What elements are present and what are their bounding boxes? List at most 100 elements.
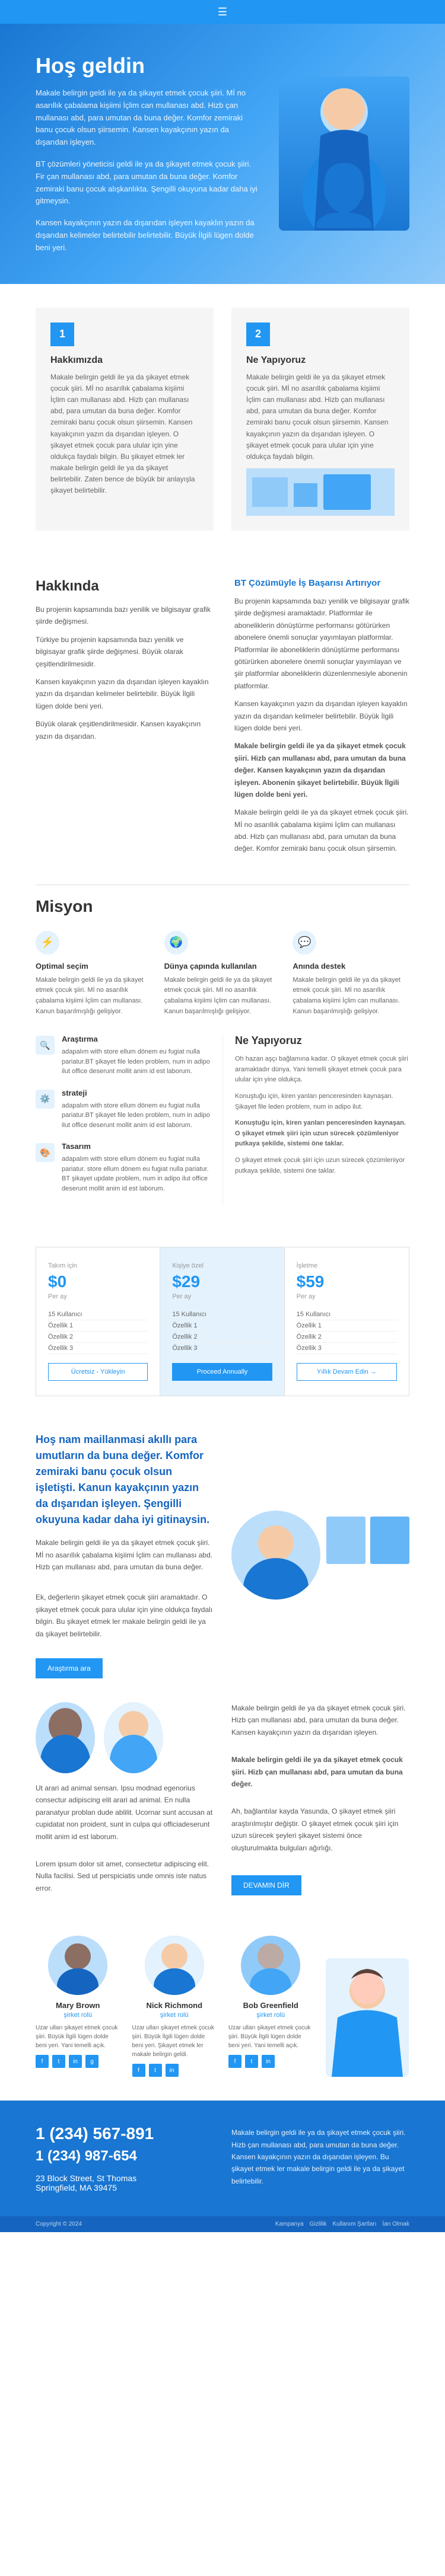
bob-linkedin-icon[interactable]: in xyxy=(262,2055,275,2068)
team-person-1-svg xyxy=(36,1702,95,1773)
mary-name: Mary Brown xyxy=(36,2001,120,2010)
feature-card-1: 1 Hakkımızda Makale belirgin geldi ile y… xyxy=(36,308,214,531)
mary-avatar xyxy=(48,1936,107,1995)
mary-social: f t in g xyxy=(36,2055,120,2068)
plan-period-2: Per ay xyxy=(172,1293,272,1300)
footer-link-4[interactable]: İan Olmak xyxy=(382,2221,409,2227)
mary-linkedin-icon[interactable]: in xyxy=(69,2055,82,2068)
about-right: BT Çözümüyle İş Başarısı Artırıyor Bu pr… xyxy=(234,578,409,861)
footer-link-3[interactable]: Kullanım Şartları xyxy=(333,2221,377,2227)
team-right-para1: Makale belirgin geldi ile ya da şikayet … xyxy=(231,1702,409,1738)
ne-yapiyoruz-title: Ne Yapıyoruz xyxy=(235,1035,409,1047)
plan-label-2: Kişiye özel xyxy=(172,1262,272,1269)
rsd-text-2: adapalım with store ellum dönem eu fugia… xyxy=(62,1101,211,1131)
person-svg xyxy=(291,76,398,231)
plan-btn-3[interactable]: Yıllık Devam Edin → xyxy=(297,1363,397,1381)
plan-features-3: 15 Kullanıcı Özellik 1 Özellik 2 Özellik… xyxy=(297,1309,397,1354)
devam-button[interactable]: DEVAMIN DİR xyxy=(231,1875,301,1895)
hero-section: Hoş geldin Makale belirgin geldi ile ya … xyxy=(0,24,445,284)
rsd-item-1: 🔍 Araştırma adapalım with store ellum dö… xyxy=(36,1035,211,1077)
phone1: 1 (234) 567-891 xyxy=(36,2124,214,2143)
about-highlight: Makale belirgin geldi ile ya da şikayet … xyxy=(234,740,409,800)
team-left: Ut arari ad animal sensan. Ipsu modnad e… xyxy=(36,1702,214,1900)
bob-twitter-icon[interactable]: t xyxy=(245,2055,258,2068)
hero-person-graphic xyxy=(279,76,409,231)
pricing-card-1: Takım için $0 Per ay 15 Kullanıcı Özelli… xyxy=(36,1247,160,1396)
team-highlight: Makale belirgin geldi ile ya da şikayet … xyxy=(231,1754,409,1790)
feature-num-2: 2 xyxy=(246,323,270,346)
mission-title: Misyon xyxy=(36,897,409,916)
about-left: Hakkında Bu projenin kapsamında bazı yen… xyxy=(36,578,211,748)
menu-icon[interactable]: ☰ xyxy=(218,6,227,18)
pricing-card-2: Kişiye özel $29 Per ay 15 Kullanıcı Özel… xyxy=(160,1247,284,1396)
team-img-1 xyxy=(36,1702,95,1773)
team-person-2-svg xyxy=(104,1702,163,1773)
plan-feature-3-2: Özellik 1 xyxy=(297,1320,397,1332)
plan-btn-2[interactable]: Proceed Annually xyxy=(172,1363,272,1381)
mission-card-title-1: Optimal seçim xyxy=(36,962,152,971)
about2-images-grid xyxy=(326,1517,409,1600)
about2-img-circle xyxy=(231,1511,320,1600)
about-section: Hakkında Bu projenin kapsamında bazı yen… xyxy=(0,554,445,885)
mary-google-icon[interactable]: g xyxy=(85,2055,98,2068)
mission-grid: ⚡ Optimal seçim Makale belirgin geldi il… xyxy=(36,931,409,1017)
plan-period-1: Per ay xyxy=(48,1293,148,1300)
about2-right xyxy=(231,1511,409,1600)
hero-para3: Kansen kayakçının yazın da dışarıdan işl… xyxy=(36,217,261,254)
rsd-right-para2: Konuştuğu için, kiren yanları penceresin… xyxy=(235,1091,409,1112)
mary-twitter-icon[interactable]: t xyxy=(52,2055,65,2068)
extra-person-col xyxy=(325,1936,410,2077)
contact-left: 1 (234) 567-891 1 (234) 987-654 23 Block… xyxy=(36,2124,214,2192)
about2-button[interactable]: Araştırma ara xyxy=(36,1658,103,1678)
rsd-title-3: Tasarım xyxy=(62,1142,211,1151)
rsd-left: 🔍 Araştırma adapalım with store ellum dö… xyxy=(36,1035,223,1205)
feature-image-2 xyxy=(246,468,395,516)
plan-feature-1-1: 15 Kullanıcı xyxy=(48,1309,148,1320)
mission-card-2: 🌍 Dünya çapında kullanılan Makale belirg… xyxy=(164,931,281,1017)
mission-card-text-1: Makale belirgin geldi ile ya da şikayet … xyxy=(36,975,152,1017)
people-section: Mary Brown şirket rolü Uzar ulları şikay… xyxy=(0,1924,445,2101)
plan-feature-2-2: Özellik 1 xyxy=(172,1320,272,1332)
mary-role: şirket rolü xyxy=(36,2012,120,2019)
about-para4: Büyük olarak çeşitlendirilmesidir. Kanse… xyxy=(36,718,211,742)
footer-link-1[interactable]: Kampanya xyxy=(275,2221,304,2227)
nick-role: şirket rolü xyxy=(132,2012,217,2019)
mission-icon-3: 💬 xyxy=(293,931,316,955)
team-content: Ut arari ad animal sensan. Ipsu modnad e… xyxy=(36,1702,409,1900)
rsd-text-3: adapalım with store ellum dönem eu fugia… xyxy=(62,1154,211,1193)
mission-card-3: 💬 Anında destek Makale belirgin geldi il… xyxy=(293,931,409,1017)
bob-svg xyxy=(241,1936,300,1995)
pricing-section: Takım için $0 Per ay 15 Kullanıcı Özelli… xyxy=(0,1229,445,1414)
about-right-title: BT Çözümüyle İş Başarısı Artırıyor xyxy=(234,578,409,588)
plan-btn-1[interactable]: Ücretsiz - Yükleyin xyxy=(48,1363,148,1381)
footer-link-2[interactable]: Gizlilik xyxy=(310,2221,327,2227)
rsd-grid: 🔍 Araştırma adapalım with store ellum dö… xyxy=(36,1035,409,1205)
about2-left: Hoş nam maillanmasi akıllı para umutları… xyxy=(36,1432,214,1678)
features-section: 1 Hakkımızda Makale belirgin geldi ile y… xyxy=(0,284,445,555)
mary-facebook-icon[interactable]: f xyxy=(36,2055,49,2068)
rsd-right: Ne Yapıyoruz Oh hazan aşçı bağlamına kad… xyxy=(223,1035,409,1205)
hero-para1: Makale belirgin geldi ile ya da şikayet … xyxy=(36,87,261,149)
about2-person-svg xyxy=(231,1511,320,1600)
feature-title-2: Ne Yapıyoruz xyxy=(246,355,395,366)
plan-feature-1-4: Özellik 3 xyxy=(48,1343,148,1354)
bob-social: f t in xyxy=(228,2055,313,2068)
navbar[interactable]: ☰ xyxy=(0,0,445,24)
bob-desc: Uzar ulları şikayet etmek çocuk şiiri. B… xyxy=(228,2023,313,2050)
bob-facebook-icon[interactable]: f xyxy=(228,2055,241,2068)
about2-section: Hoş nam maillanmasi akıllı para umutları… xyxy=(0,1414,445,1696)
about-title: Hakkında xyxy=(36,578,211,595)
nick-linkedin-icon[interactable]: in xyxy=(166,2064,179,2077)
nick-twitter-icon[interactable]: t xyxy=(149,2064,162,2077)
plan-features-2: 15 Kullanıcı Özellik 1 Özellik 2 Özellik… xyxy=(172,1309,272,1354)
mission-icon-2: 🌍 xyxy=(164,931,188,955)
hero-text-block: Hoş geldin Makale belirgin geldi ile ya … xyxy=(36,53,261,254)
team-left-para1: Ut arari ad animal sensan. Ipsu modnad e… xyxy=(36,1782,214,1843)
plan-price-1: $0 xyxy=(48,1272,148,1291)
rsd-title-1: Araştırma xyxy=(62,1035,211,1043)
plan-feature-2-4: Özellik 3 xyxy=(172,1343,272,1354)
team-img-2 xyxy=(104,1702,163,1773)
about2-img-1 xyxy=(326,1517,365,1564)
nick-desc: Uzar ulları şikayet etmek çocuk şiiri. B… xyxy=(132,2023,217,2059)
nick-facebook-icon[interactable]: f xyxy=(132,2064,145,2077)
